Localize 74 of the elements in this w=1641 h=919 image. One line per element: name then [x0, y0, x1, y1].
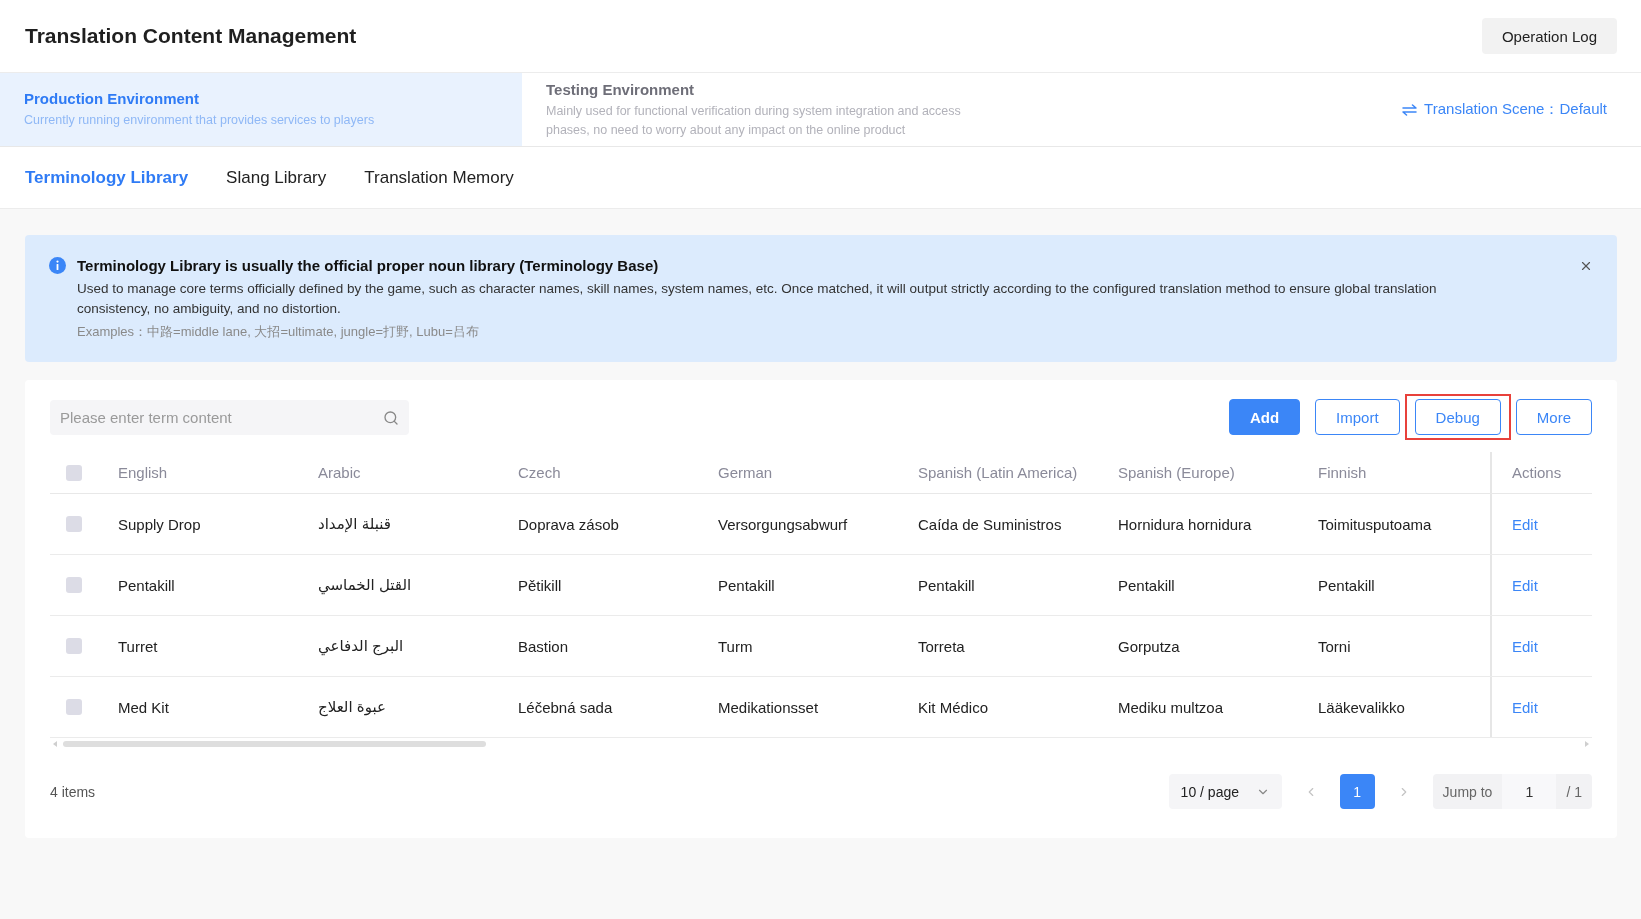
column-header: German	[718, 464, 773, 481]
close-button[interactable]	[1579, 259, 1593, 273]
search-icon	[383, 409, 399, 426]
banner-title: Terminology Library is usually the official proper noun library (Terminology Base)	[77, 256, 660, 276]
scrollbar-thumb[interactable]	[63, 741, 486, 747]
column-header: English	[118, 464, 168, 481]
banner-text: Used to manage core terms officially defined by the game, such as character names, skill names, system names, etc. Once matched, it will output strictly according to the configured translation method to ensure global translation consistency, no ambiguity, and no distortion.	[77, 280, 1438, 318]
column-header: Actions	[1512, 464, 1562, 481]
table-cell: Torni	[1318, 637, 1351, 655]
table-cell: Bastion	[518, 637, 569, 655]
column-header: Arabic	[318, 464, 361, 481]
library-tab[interactable]: Slang Library	[226, 167, 327, 188]
column-header: Spanish (Europe)	[1118, 464, 1235, 481]
environment-tab[interactable]: Production Environment Currently running environment that provides services to players	[0, 73, 522, 146]
table-cell: Pětikill	[518, 576, 562, 594]
row-checkbox[interactable]	[66, 699, 82, 715]
table-cell: عبوة العلاج	[318, 698, 386, 716]
table-cell: Pentakill	[918, 576, 975, 594]
edit-link[interactable]: Edit	[1512, 515, 1538, 533]
row-checkbox[interactable]	[66, 638, 82, 654]
jump-to-label: Jump to	[1442, 783, 1493, 800]
table-cell: Kit Médico	[918, 698, 989, 716]
table-cell: قنبلة الإمداد	[318, 515, 391, 533]
table-cell: Supply Drop	[118, 515, 201, 533]
table-cell: Hornidura hornidura	[1118, 515, 1252, 533]
table-cell: Doprava zásob	[518, 515, 619, 533]
scroll-left-icon[interactable]	[53, 741, 57, 747]
table-cell: Med Kit	[118, 698, 169, 716]
primary-button[interactable]: Add	[1228, 399, 1301, 435]
table-cell: Versorgungsabwurf	[718, 515, 848, 533]
table-cell: Pentakill	[1318, 576, 1375, 594]
page-button[interactable]: 1	[1339, 774, 1375, 809]
column-header: Finnish	[1318, 464, 1367, 481]
table-cell: Toimitusputoama	[1318, 515, 1432, 533]
total-count: 4 items	[50, 783, 96, 800]
edit-link[interactable]: Edit	[1512, 576, 1538, 594]
secondary-button[interactable]: Debug	[1414, 399, 1501, 435]
table-cell: Caída de Suministros	[918, 515, 1062, 533]
row-checkbox[interactable]	[66, 516, 82, 532]
banner-examples: Examples：中路=middle lane, 大招=ultimate, jungle=打野, Lubu=吕布	[77, 323, 480, 341]
info-icon	[49, 257, 66, 274]
page-count: / 1	[1566, 783, 1582, 800]
edit-link[interactable]: Edit	[1512, 637, 1538, 655]
swap-icon	[1402, 103, 1418, 116]
table-cell: Léčebná sada	[518, 698, 613, 716]
library-tab[interactable]: Translation Memory	[364, 167, 514, 188]
table-cell: Pentakill	[1118, 576, 1175, 594]
search-field[interactable]: Please enter term content	[50, 399, 409, 435]
close-icon	[1579, 259, 1593, 273]
jump-page-input[interactable]: 1	[1502, 774, 1557, 809]
table-cell: Turm	[718, 637, 753, 655]
column-header: Czech	[518, 464, 561, 481]
table-cell: البرج الدفاعي	[318, 637, 404, 655]
table-cell: Turret	[118, 637, 158, 655]
page-size-select[interactable]: 10 / page	[1168, 774, 1282, 809]
table-cell: Medikationsset	[718, 698, 819, 716]
translation-scene-link[interactable]: Translation Scene：Default	[1402, 100, 1607, 119]
secondary-button[interactable]: More	[1515, 399, 1592, 435]
table-cell: Pentakill	[118, 576, 175, 594]
table-cell: القتل الخماسي	[318, 576, 412, 594]
row-checkbox[interactable]	[66, 577, 82, 593]
table-cell: Pentakill	[718, 576, 775, 594]
page-title: Translation Content Management	[25, 24, 357, 48]
table-cell: Lääkevalikko	[1318, 698, 1405, 716]
column-header: Spanish (Latin America)	[918, 464, 1078, 481]
table-cell: Torreta	[918, 637, 965, 655]
library-tab[interactable]: Terminology Library	[25, 167, 189, 188]
edit-link[interactable]: Edit	[1512, 698, 1538, 716]
secondary-button[interactable]: Import	[1315, 399, 1400, 435]
select-all-checkbox[interactable]	[66, 464, 82, 481]
table-cell: Gorputza	[1118, 637, 1180, 655]
scroll-right-icon[interactable]	[1585, 741, 1589, 747]
operation-log-button[interactable]: Operation Log	[1481, 18, 1617, 54]
table-cell: Mediku multzoa	[1118, 698, 1224, 716]
